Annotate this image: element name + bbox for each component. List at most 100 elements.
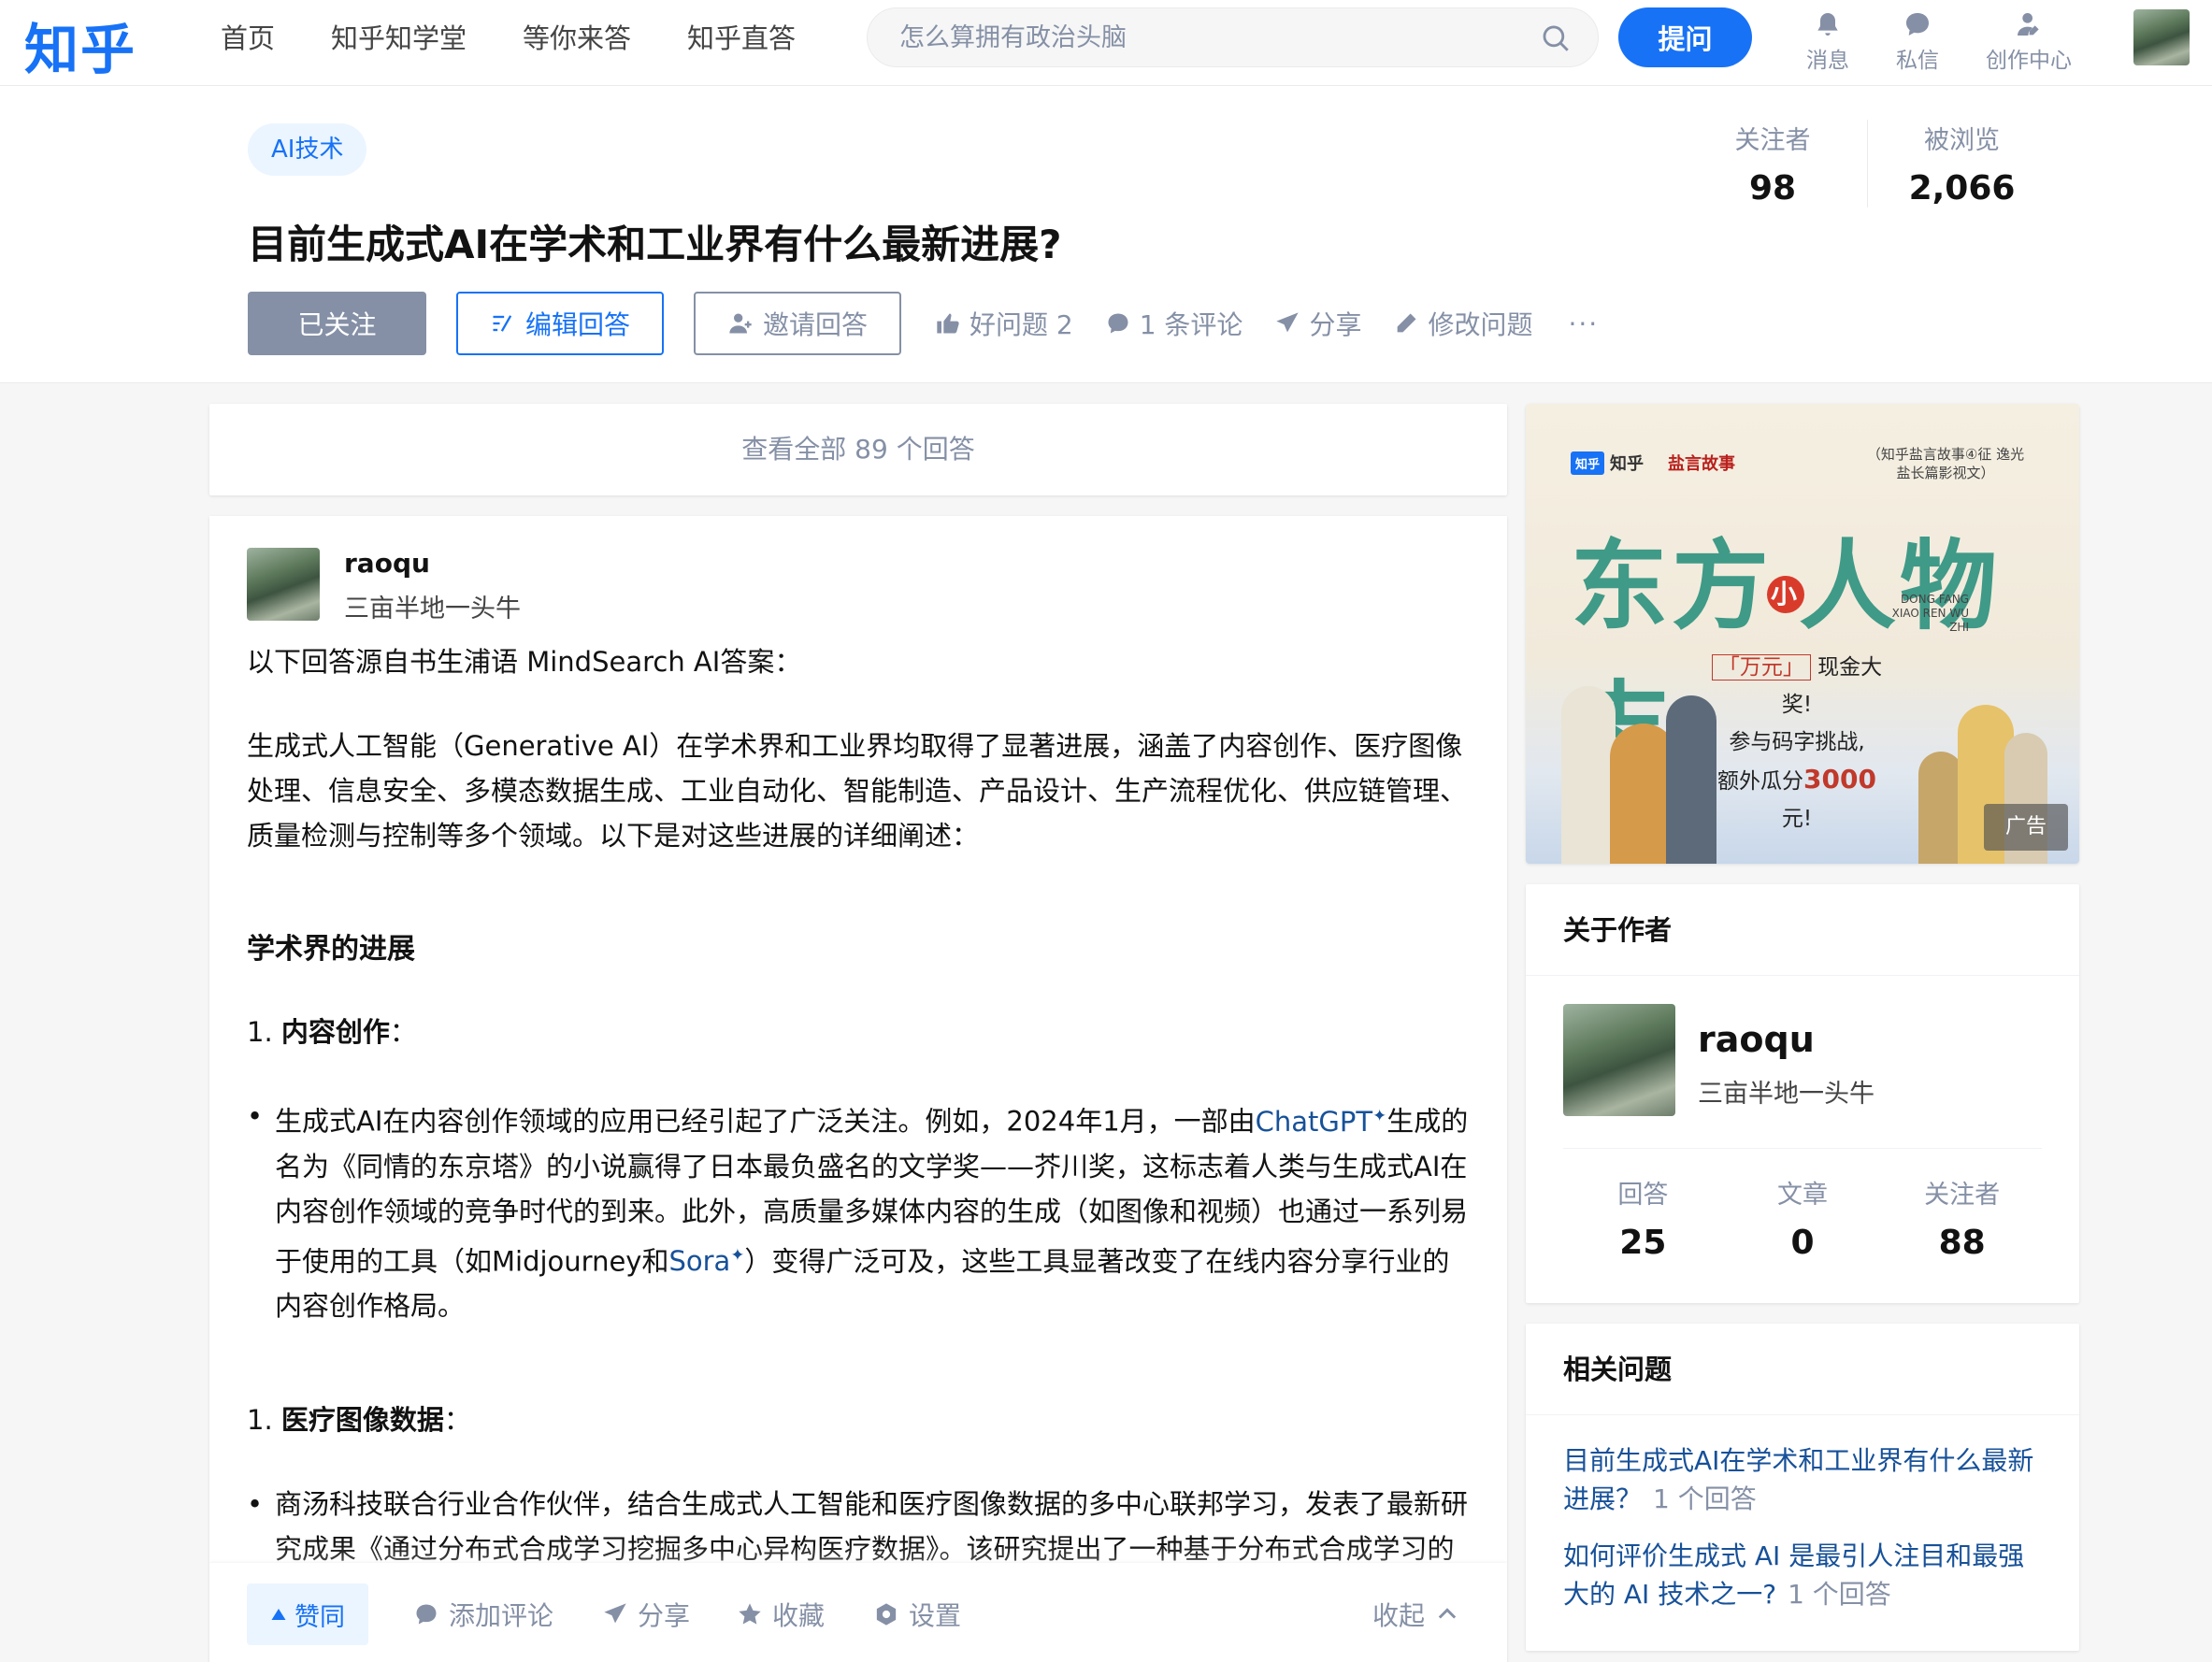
about-author-stats: 回答 25 文章 0 关注者 88 bbox=[1563, 1174, 2042, 1262]
sub2-number: 1. bbox=[247, 1404, 281, 1437]
sora-link-text: Sora bbox=[668, 1245, 731, 1278]
messages-label: 消息 bbox=[1806, 49, 1849, 73]
comments-button[interactable]: 1 条评论 bbox=[1105, 305, 1242, 342]
sparkle-icon: ✦ bbox=[1372, 1106, 1387, 1125]
share-question-button[interactable]: 分享 bbox=[1274, 305, 1361, 342]
invite-user-icon bbox=[729, 313, 752, 334]
sora-link[interactable]: Sora✦ bbox=[668, 1245, 744, 1277]
views-label: 被浏览 bbox=[1924, 126, 2000, 155]
about-author-profile: raoqu 三亩半地一头牛 bbox=[1563, 1004, 1874, 1116]
comment-icon bbox=[416, 1604, 437, 1625]
related-answer-count: 1 个回答 bbox=[1653, 1483, 1757, 1514]
bell-icon bbox=[1817, 13, 1838, 36]
chevron-up-icon bbox=[1438, 1608, 1457, 1619]
sidebar-ad-banner[interactable]: 知乎 知乎 盐言故事 （知乎盐言故事④征 逸光盐长篇影视文） 东方小人物志 DO… bbox=[1526, 404, 2079, 864]
section-heading: 学术界的进展 bbox=[247, 933, 415, 966]
messages-button[interactable]: 消息 bbox=[1806, 9, 1849, 74]
nav-zhida[interactable]: 知乎直答 bbox=[687, 17, 796, 56]
edit-question-label: 修改问题 bbox=[1428, 309, 1533, 340]
chat-bubble-icon bbox=[1906, 13, 1929, 36]
nav-zhixuetang[interactable]: 知乎知学堂 bbox=[331, 17, 467, 56]
add-comment-label: 添加评论 bbox=[449, 1600, 554, 1631]
about-author-header: 关于作者 bbox=[1526, 884, 2079, 976]
author-meta: raoqu 三亩半地一头牛 bbox=[344, 548, 521, 624]
triangle-up-icon bbox=[271, 1609, 286, 1620]
about-author-avatar[interactable] bbox=[1563, 1004, 1675, 1116]
nav-home[interactable]: 首页 bbox=[221, 17, 275, 56]
share-question-label: 分享 bbox=[1309, 309, 1362, 340]
invite-answer-button[interactable]: 邀请回答 bbox=[694, 292, 901, 355]
share-answer-button[interactable]: 分享 bbox=[602, 1583, 690, 1645]
sub1-colon: ： bbox=[389, 1016, 417, 1048]
ad-corner-text: （知乎盐言故事④征 逸光盐长篇影视文） bbox=[1866, 446, 2025, 481]
about-author-bio: 三亩半地一头牛 bbox=[1698, 1080, 1874, 1109]
creator-center-button[interactable]: 创作中心 bbox=[1986, 9, 2072, 74]
collect-button[interactable]: 收藏 bbox=[737, 1583, 825, 1645]
related-question-link[interactable]: 目前生成式AI在学术和工业界有什么最新进展？ bbox=[1563, 1445, 2033, 1514]
agree-button[interactable]: 赞同 bbox=[247, 1583, 368, 1645]
author-followers-count: 88 bbox=[1938, 1224, 1986, 1262]
collapse-button[interactable]: 收起 bbox=[1372, 1583, 1460, 1645]
topic-tag[interactable]: AI技术 bbox=[248, 123, 367, 176]
author-articles-count: 0 bbox=[1790, 1224, 1815, 1262]
views-stat: 被浏览 2,066 bbox=[1867, 120, 2056, 208]
subheading-medical-imaging: 1. 医疗图像数据： bbox=[247, 1397, 1472, 1442]
followers-stat: 关注者 98 bbox=[1678, 120, 1867, 208]
settings-label: 设置 bbox=[909, 1600, 962, 1631]
question-stats: 关注者 98 被浏览 2,066 bbox=[1678, 120, 2056, 208]
ad-prize-c-pre: 额外瓜分 bbox=[1717, 769, 1804, 794]
ad-logos: 知乎 知乎 盐言故事 bbox=[1571, 451, 1735, 475]
author-bio: 三亩半地一头牛 bbox=[344, 595, 521, 623]
search-box bbox=[867, 7, 1599, 67]
chatgpt-link[interactable]: ChatGPT✦ bbox=[1256, 1106, 1387, 1138]
about-author-card: 关于作者 raoqu 三亩半地一头牛 回答 25 文章 0 关注者 88 bbox=[1526, 884, 2079, 1303]
author-answers-stat[interactable]: 回答 25 bbox=[1563, 1174, 1723, 1262]
views-count: 2,066 bbox=[1908, 169, 2016, 208]
invite-answer-label: 邀请回答 bbox=[762, 309, 868, 340]
paper-plane-icon bbox=[1276, 312, 1300, 333]
direct-messages-button[interactable]: 私信 bbox=[1896, 9, 1939, 74]
ad-zhihu-logo-text: 知乎 bbox=[1610, 454, 1645, 474]
followers-label: 关注者 bbox=[1734, 126, 1811, 155]
zhihu-logo[interactable]: 知乎 bbox=[24, 6, 136, 84]
followed-button[interactable]: 已关注 bbox=[248, 292, 426, 355]
sub1-number: 1. bbox=[247, 1016, 281, 1048]
add-comment-button[interactable]: 添加评论 bbox=[413, 1583, 553, 1645]
related-questions-header: 相关问题 bbox=[1526, 1324, 2079, 1415]
user-avatar[interactable] bbox=[2133, 9, 2190, 65]
answer-summary: 生成式人工智能（Generative AI）在学术界和工业界均取得了显著进展，涵… bbox=[247, 730, 1468, 852]
sub2-colon: ： bbox=[443, 1404, 471, 1437]
answer-author: raoqu 三亩半地一头牛 bbox=[247, 548, 521, 624]
settings-button[interactable]: 设置 bbox=[873, 1583, 961, 1645]
edit-question-button[interactable]: 修改问题 bbox=[1393, 305, 1532, 342]
agree-label: 赞同 bbox=[294, 1602, 345, 1632]
author-followers-stat[interactable]: 关注者 88 bbox=[1882, 1174, 2042, 1262]
related-questions-list: 目前生成式AI在学术和工业界有什么最新进展？ 1 个回答 如何评价生成式 AI 是… bbox=[1526, 1415, 2079, 1613]
nav-waiting-answers[interactable]: 等你来答 bbox=[523, 17, 631, 56]
author-name[interactable]: raoqu bbox=[344, 548, 521, 579]
author-articles-stat[interactable]: 文章 0 bbox=[1723, 1174, 1883, 1262]
divider bbox=[1563, 1148, 2042, 1149]
ad-prize-c-post: 元! bbox=[1781, 807, 1813, 831]
author-followers-label: 关注者 bbox=[1924, 1181, 2001, 1210]
ask-question-button[interactable]: 提问 bbox=[1618, 7, 1752, 67]
pencil-icon bbox=[1398, 313, 1416, 333]
edit-answer-button[interactable]: 编辑回答 bbox=[456, 292, 664, 355]
ad-figure bbox=[1666, 695, 1716, 864]
search-icon[interactable] bbox=[1540, 22, 1572, 54]
ad-title-a: 东方 bbox=[1571, 528, 1774, 643]
view-all-answers-link[interactable]: 查看全部 89 个回答 bbox=[209, 404, 1507, 495]
about-author-name[interactable]: raoqu bbox=[1698, 1019, 1874, 1060]
ad-prize-num: 3000 bbox=[1803, 764, 1876, 795]
more-options-button[interactable]: ··· bbox=[1568, 308, 1599, 339]
paper-plane-icon bbox=[604, 1603, 626, 1624]
search-input[interactable] bbox=[899, 8, 1498, 66]
author-avatar[interactable] bbox=[247, 548, 320, 621]
thumbs-up-icon bbox=[937, 313, 959, 334]
sparkle-icon: ✦ bbox=[730, 1245, 745, 1266]
edit-answer-label: 编辑回答 bbox=[524, 309, 630, 340]
ad-yanyan-logo: 盐言故事 bbox=[1668, 454, 1736, 474]
collect-label: 收藏 bbox=[772, 1600, 826, 1631]
good-question-button[interactable]: 好问题 2 bbox=[935, 305, 1073, 342]
top-navbar: 知乎 首页 知乎知学堂 等你来答 知乎直答 提问 消息 私信 创作中心 bbox=[0, 0, 2212, 86]
